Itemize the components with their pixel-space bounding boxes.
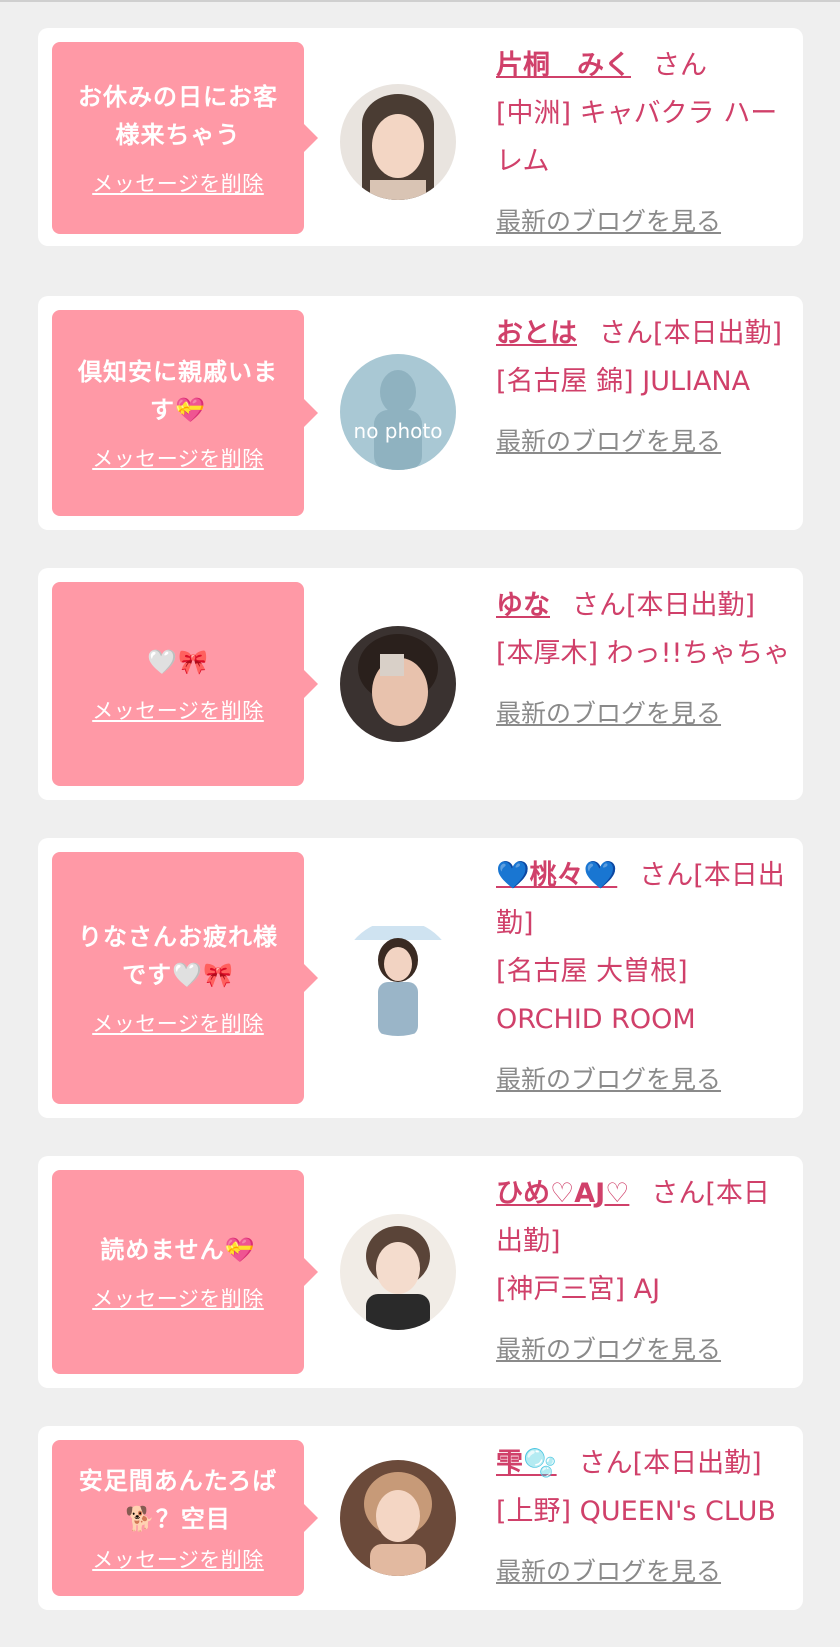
sender-status: さん[本日出勤]	[578, 1448, 762, 1479]
sender-status: さん	[653, 50, 707, 81]
message-card: 安足間あんたろば🐕？空目 メッセージを削除 雫🫧 さん[本日出勤] [上野] QU…	[38, 1426, 803, 1610]
shop-name: [本厚木] わっ!!ちゃちゃ	[496, 638, 791, 669]
latest-blog-link[interactable]: 最新のブログを見る	[496, 198, 796, 246]
delete-message-link[interactable]: メッセージを削除	[92, 168, 264, 198]
delete-message-link[interactable]: メッセージを削除	[92, 1008, 264, 1038]
message-card: 読めません💝 メッセージを削除 ひめ♡AJ♡ さん[本日出勤] [神戸三宮] AJ…	[38, 1156, 803, 1388]
latest-blog-link[interactable]: 最新のブログを見る	[496, 1056, 796, 1104]
delete-message-link[interactable]: メッセージを削除	[92, 695, 264, 725]
top-divider	[0, 0, 840, 2]
avatar[interactable]: no photo	[340, 354, 456, 470]
message-bubble: お休みの日にお客様来ちゃう メッセージを削除	[52, 42, 318, 234]
sender-status: さん[本日出勤]	[599, 318, 783, 349]
message-bubble: 倶知安に親戚います💝 メッセージを削除	[52, 310, 318, 516]
sender-name-link[interactable]: 片桐 みく	[496, 50, 631, 81]
sender-info: ゆな さん[本日出勤] [本厚木] わっ!!ちゃちゃ 最新のブログを見る	[496, 582, 796, 738]
delete-message-link[interactable]: メッセージを削除	[92, 443, 264, 473]
message-card: お休みの日にお客様来ちゃう メッセージを削除 片桐 みく さん [中洲] キャバク…	[38, 28, 803, 246]
sender-info: 💙桃々💙 さん[本日出勤] [名古屋 大曽根] ORCHID ROOM 最新のブロ…	[496, 852, 796, 1104]
avatar[interactable]	[340, 1214, 456, 1330]
shop-name: [神戸三宮] AJ	[496, 1274, 661, 1305]
shop-name: [名古屋 大曽根] ORCHID ROOM	[496, 956, 696, 1035]
message-text: 倶知安に親戚います💝	[78, 358, 278, 424]
shop-name: [上野] QUEEN's CLUB	[496, 1496, 776, 1527]
sender-name-link[interactable]: ゆな	[496, 590, 550, 621]
delete-message-link[interactable]: メッセージを削除	[92, 1544, 264, 1574]
sender-info: 片桐 みく さん [中洲] キャバクラ ハーレム 最新のブログを見る	[496, 42, 796, 246]
message-text: お休みの日にお客様来ちゃう	[78, 83, 278, 149]
message-text: 安足間あんたろば🐕？空目	[78, 1467, 278, 1533]
sender-info: 雫🫧 さん[本日出勤] [上野] QUEEN's CLUB 最新のブログを見る	[496, 1440, 796, 1596]
avatar[interactable]	[340, 84, 456, 200]
sender-status: さん[本日出勤]	[572, 590, 756, 621]
message-text: 読めません💝	[100, 1236, 256, 1264]
sender-name-link[interactable]: おとは	[496, 318, 577, 349]
message-card: りなさんお疲れ様です🤍🎀 メッセージを削除 💙桃々💙 さん[本日出勤] [名古屋 …	[38, 838, 803, 1118]
message-text: りなさんお疲れ様です🤍🎀	[78, 923, 278, 989]
message-bubble: りなさんお疲れ様です🤍🎀 メッセージを削除	[52, 852, 318, 1104]
message-card: 🤍🎀 メッセージを削除 ゆな さん[本日出勤] [本厚木] わっ!!ちゃちゃ 最新…	[38, 568, 803, 800]
message-bubble: 🤍🎀 メッセージを削除	[52, 582, 318, 786]
message-card: 倶知安に親戚います💝 メッセージを削除 no photo おとは さん[本日出勤]…	[38, 296, 803, 530]
message-text: 🤍🎀	[147, 648, 209, 676]
delete-message-link[interactable]: メッセージを削除	[92, 1283, 264, 1313]
sender-name-link[interactable]: 💙桃々💙	[496, 860, 617, 891]
no-photo-text: no photo	[354, 419, 443, 443]
message-bubble: 安足間あんたろば🐕？空目 メッセージを削除	[52, 1440, 318, 1596]
latest-blog-link[interactable]: 最新のブログを見る	[496, 690, 796, 738]
sender-name-link[interactable]: 雫🫧	[496, 1448, 557, 1479]
sender-info: ひめ♡AJ♡ さん[本日出勤] [神戸三宮] AJ 最新のブログを見る	[496, 1170, 796, 1374]
shop-name: [中洲] キャバクラ ハーレム	[496, 98, 778, 177]
latest-blog-link[interactable]: 最新のブログを見る	[496, 1326, 796, 1374]
latest-blog-link[interactable]: 最新のブログを見る	[496, 418, 796, 466]
avatar[interactable]	[340, 920, 456, 1036]
avatar[interactable]	[340, 1460, 456, 1576]
latest-blog-link[interactable]: 最新のブログを見る	[496, 1548, 796, 1596]
avatar[interactable]	[340, 626, 456, 742]
shop-name: [名古屋 錦] JULIANA	[496, 366, 751, 397]
sender-info: おとは さん[本日出勤] [名古屋 錦] JULIANA 最新のブログを見る	[496, 310, 796, 466]
message-bubble: 読めません💝 メッセージを削除	[52, 1170, 318, 1374]
sender-name-link[interactable]: ひめ♡AJ♡	[496, 1178, 629, 1209]
